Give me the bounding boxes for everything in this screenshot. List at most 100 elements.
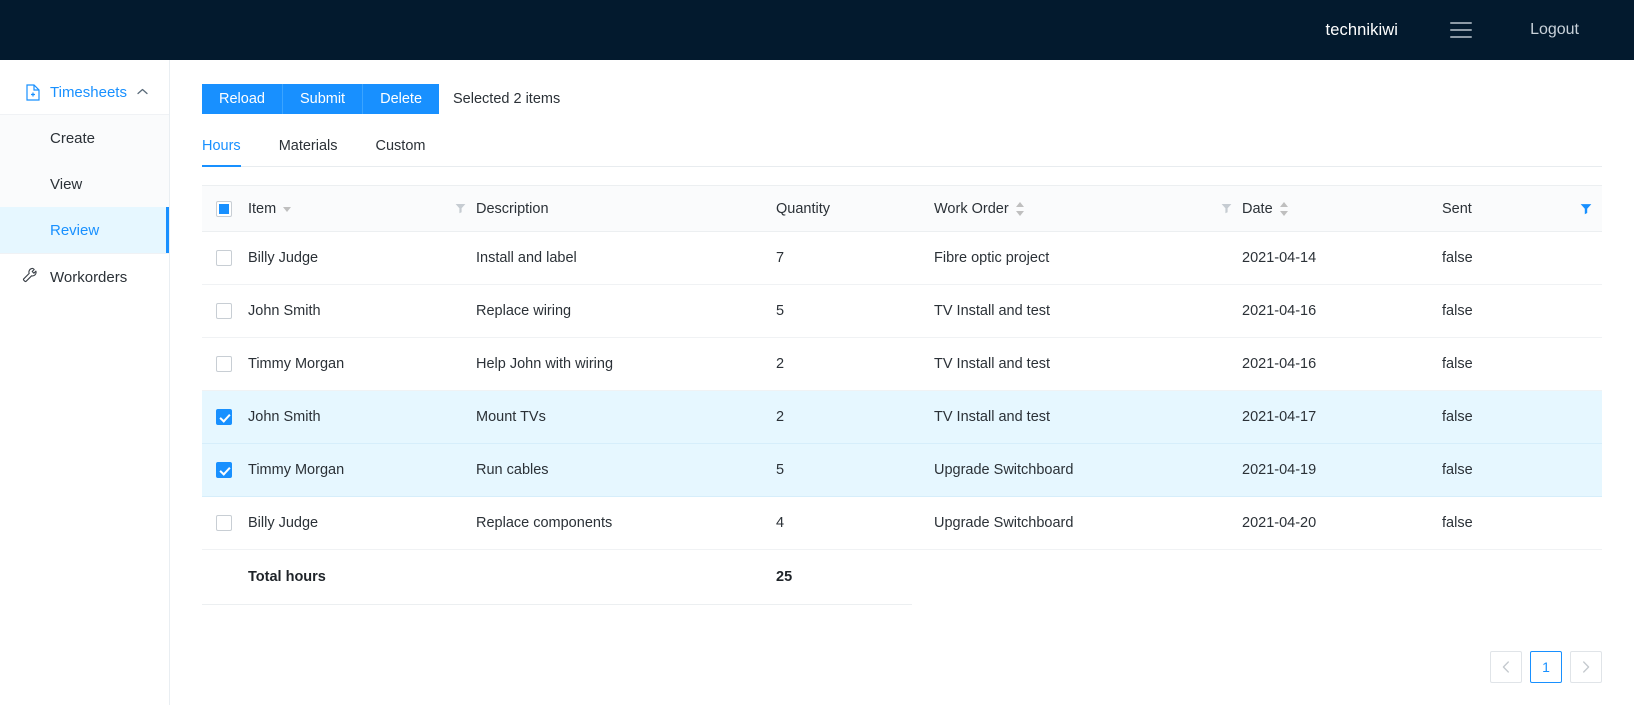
column-header-label: Item xyxy=(248,200,277,217)
sort-toggle-icon[interactable] xyxy=(1015,201,1024,216)
hamburger-icon[interactable] xyxy=(1450,22,1473,38)
row-checkbox[interactable] xyxy=(216,462,232,479)
top-bar: technikiwi Logout xyxy=(0,0,1634,60)
summary-blank-cell xyxy=(202,550,248,604)
row-checkbox[interactable] xyxy=(216,356,232,373)
row-select-cell xyxy=(202,284,248,338)
cell-text: Install and label xyxy=(476,250,577,266)
cell-text: Fibre optic project xyxy=(934,250,1050,266)
table-header: Item Description Quantity Work Order Dat… xyxy=(202,185,1602,232)
cell-text: false xyxy=(1442,409,1473,425)
cell-date: 2021-04-14 xyxy=(1242,231,1442,285)
cell-text: 4 xyxy=(776,515,785,531)
column-header-label: Date xyxy=(1242,200,1273,217)
cell-date: 2021-04-17 xyxy=(1242,390,1442,444)
cell-text: false xyxy=(1442,303,1473,319)
cell-date: 2021-04-19 xyxy=(1242,443,1442,497)
column-description[interactable]: Description xyxy=(476,185,776,232)
cell-quantity: 4 xyxy=(776,496,934,550)
cell-text: 2021-04-16 xyxy=(1242,303,1317,319)
sidebar-item-view[interactable]: View xyxy=(0,161,169,207)
row-select-cell xyxy=(202,337,248,391)
column-quantity[interactable]: Quantity xyxy=(776,185,934,232)
cell-text: false xyxy=(1442,356,1473,372)
chevron-left-icon xyxy=(1502,661,1510,673)
pagination-page-label: 1 xyxy=(1542,659,1550,675)
cell-text: 2 xyxy=(776,356,785,372)
cell-text: Replace wiring xyxy=(476,303,572,319)
tab-custom[interactable]: Custom xyxy=(376,138,426,166)
cell-item: Billy Judge xyxy=(248,231,476,285)
cell-text: TV Install and test xyxy=(934,409,1051,425)
sidebar-item-review[interactable]: Review xyxy=(0,207,169,253)
table-row[interactable]: Timmy Morgan Help John with wiring 2 TV … xyxy=(202,337,1602,391)
table-row[interactable]: Timmy Morgan Run cables 5 Upgrade Switch… xyxy=(202,443,1602,497)
timesheet-table: Item Description Quantity Work Order Dat… xyxy=(202,185,1602,605)
pagination-page-1[interactable]: 1 xyxy=(1530,651,1562,683)
select-all-checkbox[interactable] xyxy=(216,200,232,217)
column-header-label: Description xyxy=(476,200,549,217)
sort-toggle-icon[interactable] xyxy=(1279,201,1288,216)
sidebar-item-label: Workorders xyxy=(50,268,128,286)
column-header-label: Work Order xyxy=(934,200,1009,217)
row-checkbox[interactable] xyxy=(216,515,232,532)
summary-label: Total hours xyxy=(248,568,326,585)
cell-work-order: TV Install and test xyxy=(934,390,1242,444)
row-checkbox[interactable] xyxy=(216,409,232,426)
table-row[interactable]: Billy Judge Install and label 7 Fibre op… xyxy=(202,231,1602,285)
cell-item: Timmy Morgan xyxy=(248,337,476,391)
sidebar: Timesheets Create View Review Workorders xyxy=(0,60,170,705)
row-select-cell xyxy=(202,390,248,444)
summary-total: 25 xyxy=(776,568,793,585)
cell-work-order: Upgrade Switchboard xyxy=(934,496,1242,550)
row-select-cell xyxy=(202,443,248,497)
cell-description: Help John with wiring xyxy=(476,337,776,391)
filter-icon-active[interactable] xyxy=(1580,203,1592,215)
cell-description: Replace components xyxy=(476,496,776,550)
table-row[interactable]: John Smith Mount TVs 2 TV Install and te… xyxy=(202,390,1602,444)
row-checkbox[interactable] xyxy=(216,303,232,320)
cell-text: Billy Judge xyxy=(248,250,319,266)
tab-hours[interactable]: Hours xyxy=(202,138,241,167)
tab-bar: Hours Materials Custom xyxy=(202,138,1602,167)
table-body: Billy Judge Install and label 7 Fibre op… xyxy=(202,231,1602,604)
sidebar-item-create[interactable]: Create xyxy=(0,115,169,161)
reload-button[interactable]: Reload xyxy=(202,84,283,114)
chevron-up-icon[interactable] xyxy=(137,87,148,98)
cell-text: false xyxy=(1442,515,1473,531)
column-date[interactable]: Date xyxy=(1242,185,1442,232)
sort-descending-icon[interactable] xyxy=(283,204,292,214)
pagination-prev-button[interactable] xyxy=(1490,651,1522,683)
row-checkbox[interactable] xyxy=(216,250,232,267)
column-item[interactable]: Item xyxy=(248,185,476,232)
tab-materials[interactable]: Materials xyxy=(279,138,338,166)
selection-status: Selected 2 items xyxy=(453,91,561,107)
table-row[interactable]: Billy Judge Replace components 4 Upgrade… xyxy=(202,496,1602,550)
cell-text: TV Install and test xyxy=(934,303,1051,319)
filter-icon[interactable] xyxy=(1221,203,1232,214)
column-sent[interactable]: Sent xyxy=(1442,185,1602,232)
cell-quantity: 7 xyxy=(776,231,934,285)
column-work-order[interactable]: Work Order xyxy=(934,185,1242,232)
filter-icon[interactable] xyxy=(455,203,466,214)
summary-blank-cell xyxy=(1242,550,1442,604)
sidebar-group-timesheets[interactable]: Timesheets xyxy=(0,70,169,114)
submit-button[interactable]: Submit xyxy=(282,84,364,114)
cell-text: 2021-04-20 xyxy=(1242,515,1317,531)
logout-button[interactable]: Logout xyxy=(1530,21,1579,39)
sidebar-item-workorders[interactable]: Workorders xyxy=(0,254,169,300)
cell-item: John Smith xyxy=(248,390,476,444)
delete-button[interactable]: Delete xyxy=(363,84,440,114)
cell-date: 2021-04-16 xyxy=(1242,284,1442,338)
cell-text: John Smith xyxy=(248,409,321,425)
cell-description: Run cables xyxy=(476,443,776,497)
summary-total-cell: 25 xyxy=(776,550,934,604)
cell-item: Timmy Morgan xyxy=(248,443,476,497)
app-root: technikiwi Logout Timesheets Create View… xyxy=(0,0,1634,705)
cell-work-order: TV Install and test xyxy=(934,284,1242,338)
table-row[interactable]: John Smith Replace wiring 5 TV Install a… xyxy=(202,284,1602,338)
tab-label: Custom xyxy=(375,138,426,154)
pagination-next-button[interactable] xyxy=(1570,651,1602,683)
cell-text: 2021-04-14 xyxy=(1242,250,1317,266)
cell-text: TV Install and test xyxy=(934,356,1051,372)
